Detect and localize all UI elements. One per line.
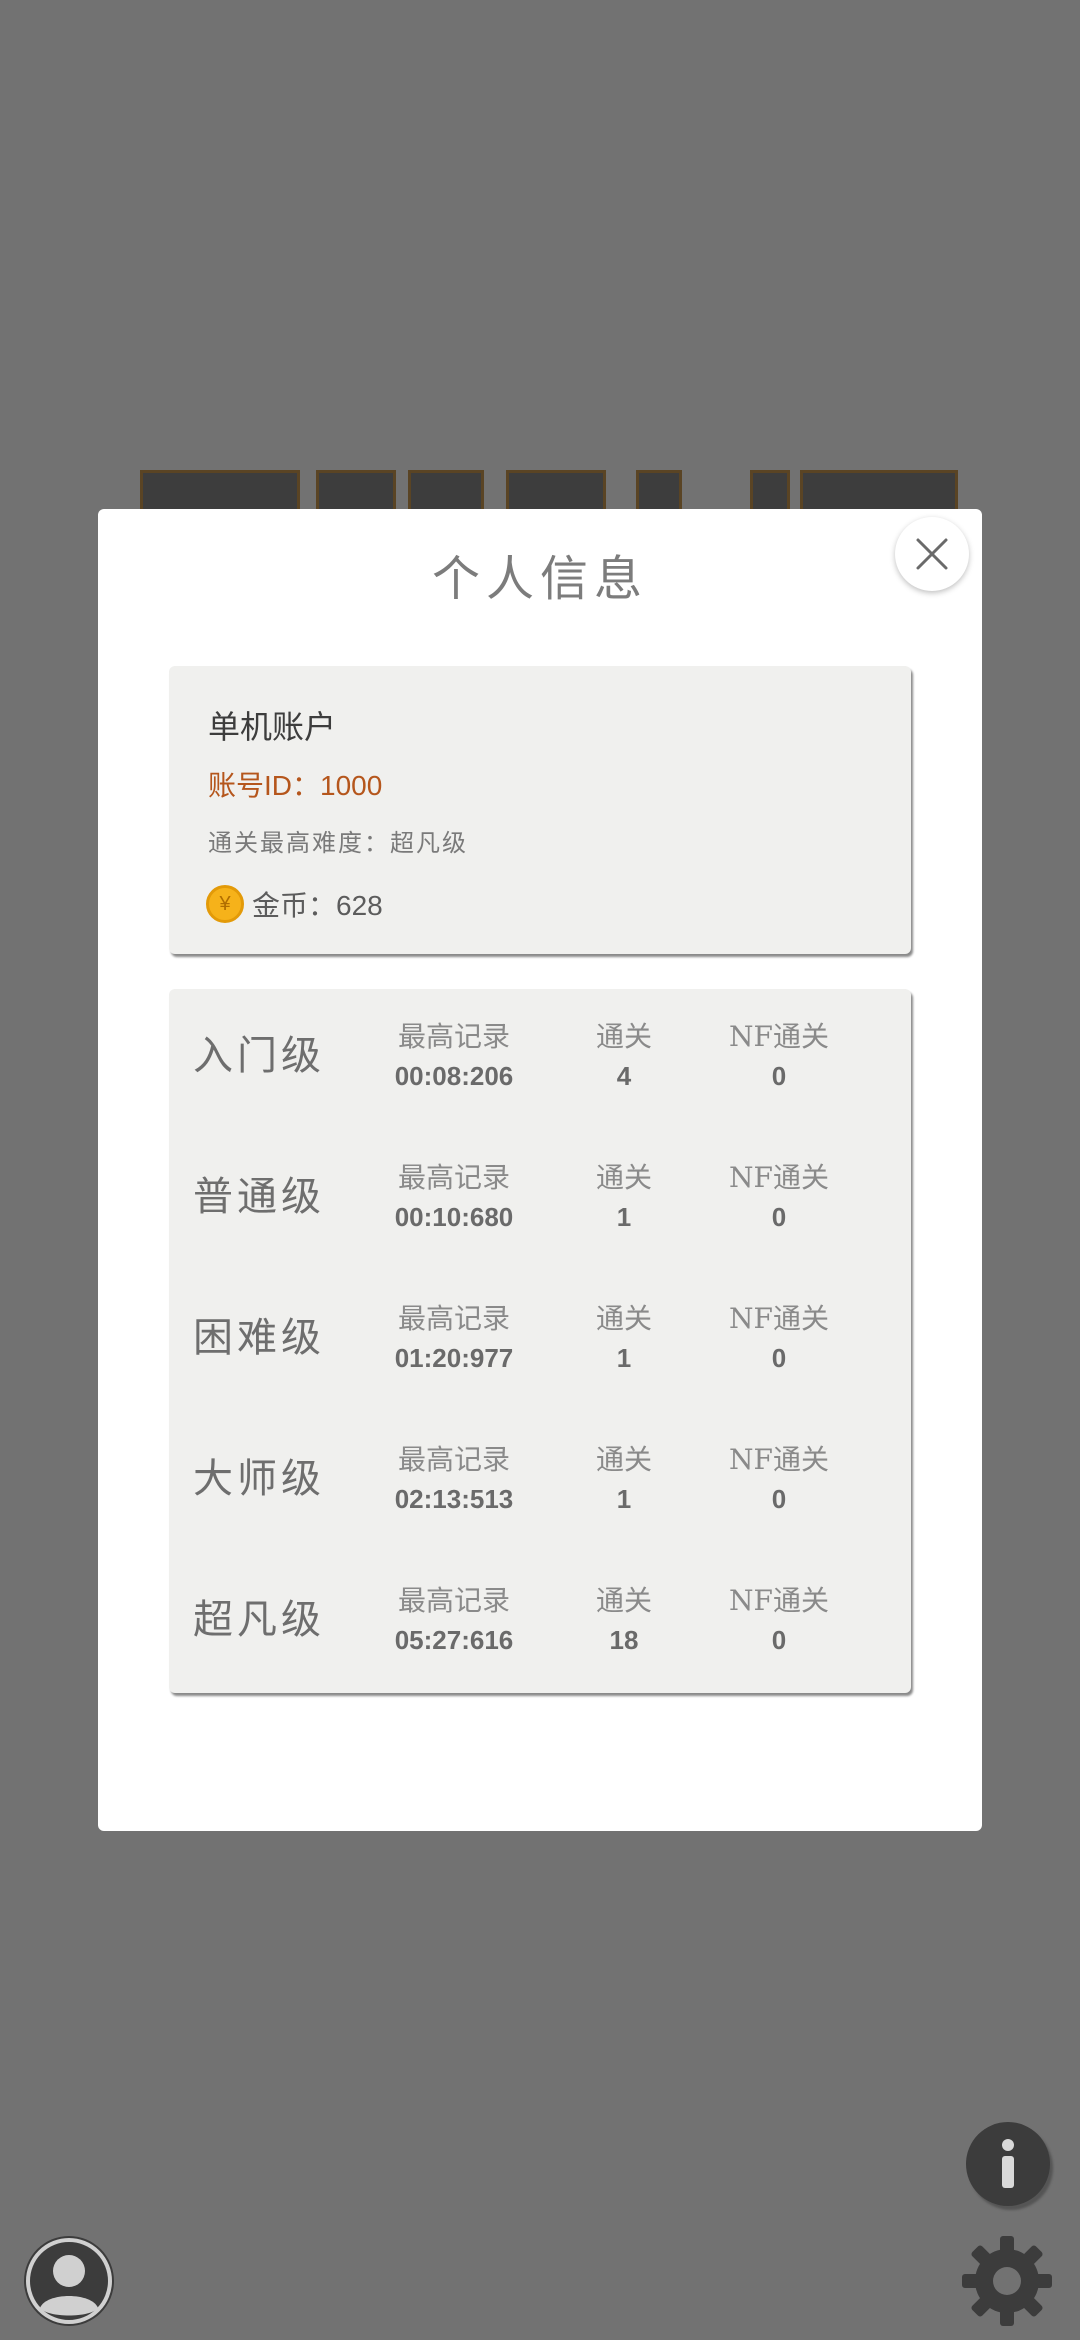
nf-clear-count: NF通关 0 — [714, 1297, 844, 1374]
best-difficulty: 通关最高难度：超凡级 — [208, 829, 468, 857]
best-record-label: 最高记录 — [397, 1584, 510, 1617]
clear-count-label: 通关 — [595, 1443, 652, 1476]
nf-clear-value: 0 — [771, 1202, 787, 1232]
account-name: 单机账户 — [208, 708, 337, 746]
best-record-value: 01:20:977 — [394, 1343, 514, 1373]
nf-clear-count: NF通关 0 — [714, 1579, 844, 1656]
nf-clear-label: NF通关 — [729, 1302, 829, 1335]
best-record-label: 最高记录 — [397, 1443, 510, 1476]
title-block — [800, 470, 958, 514]
best-record-label: 最高记录 — [397, 1020, 510, 1053]
coin-icon: ¥ — [206, 885, 244, 923]
account-card: 单机账户 账号ID：1000 通关最高难度：超凡级 ¥ 金币：628 — [169, 666, 911, 954]
title-block — [750, 470, 790, 514]
record-row: 超凡级 最高记录 05:27:616 通关 18 NF通关 0 — [169, 1561, 911, 1701]
best-record-label: 最高记录 — [397, 1161, 510, 1194]
nf-clear-value: 0 — [771, 1484, 787, 1514]
record-row: 困难级 最高记录 01:20:977 通关 1 NF通关 0 — [169, 1279, 911, 1419]
clear-count: 通关 18 — [584, 1579, 664, 1656]
nf-clear-value: 0 — [771, 1061, 787, 1091]
info-icon — [1002, 2139, 1014, 2188]
clear-count-label: 通关 — [595, 1302, 652, 1335]
best-record-value: 00:08:206 — [394, 1061, 514, 1091]
title-block — [506, 470, 606, 514]
best-record-value: 05:27:616 — [394, 1625, 514, 1655]
best-record: 最高记录 00:10:680 — [389, 1156, 519, 1233]
close-icon — [916, 538, 948, 570]
clear-count-value: 1 — [616, 1202, 632, 1232]
best-record: 最高记录 00:08:206 — [389, 1015, 519, 1092]
screen: 个人信息 单机账户 账号ID：1000 通关最高难度：超凡级 ¥ 金币：628 … — [0, 0, 1080, 2340]
modal-title: 个人信息 — [431, 551, 648, 607]
level-name: 大师级 — [193, 1456, 325, 1502]
profile-modal: 个人信息 单机账户 账号ID：1000 通关最高难度：超凡级 ¥ 金币：628 … — [98, 509, 982, 1831]
nf-clear-count: NF通关 0 — [714, 1156, 844, 1233]
info-button[interactable] — [966, 2122, 1050, 2206]
records-card: 入门级 最高记录 00:08:206 通关 4 NF通关 0 普通级 最高记录 — [169, 989, 911, 1693]
clear-count: 通关 1 — [584, 1156, 664, 1233]
level-name: 入门级 — [193, 1033, 325, 1079]
user-avatar-icon — [26, 2238, 112, 2324]
background-title-blocks — [140, 462, 960, 514]
best-record-value: 02:13:513 — [394, 1484, 514, 1514]
clear-count-label: 通关 — [595, 1020, 652, 1053]
title-block — [636, 470, 682, 514]
clear-count-value: 1 — [616, 1343, 632, 1373]
close-button[interactable] — [895, 517, 969, 591]
clear-count: 通关 1 — [584, 1297, 664, 1374]
best-record: 最高记录 05:27:616 — [389, 1579, 519, 1656]
nf-clear-label: NF通关 — [729, 1020, 829, 1053]
nf-clear-value: 0 — [771, 1625, 787, 1655]
record-row: 大师级 最高记录 02:13:513 通关 1 NF通关 0 — [169, 1420, 911, 1560]
title-block — [316, 470, 396, 514]
gear-icon — [962, 2236, 1052, 2326]
nf-clear-label: NF通关 — [729, 1443, 829, 1476]
user-avatar-button[interactable] — [24, 2236, 114, 2326]
title-block — [408, 470, 484, 514]
nf-clear-value: 0 — [771, 1343, 787, 1373]
nf-clear-label: NF通关 — [729, 1584, 829, 1617]
best-record-label: 最高记录 — [397, 1302, 510, 1335]
coin-balance-text: 金币：628 — [252, 890, 383, 921]
coin-balance: ¥ 金币：628 — [206, 884, 383, 924]
clear-count-value: 18 — [609, 1625, 639, 1655]
nf-clear-label: NF通关 — [729, 1161, 829, 1194]
nf-clear-count: NF通关 0 — [714, 1438, 844, 1515]
clear-count-label: 通关 — [595, 1584, 652, 1617]
best-record: 最高记录 02:13:513 — [389, 1438, 519, 1515]
record-row: 入门级 最高记录 00:08:206 通关 4 NF通关 0 — [169, 997, 911, 1137]
level-name: 普通级 — [193, 1174, 325, 1220]
clear-count-label: 通关 — [595, 1161, 652, 1194]
level-name: 困难级 — [193, 1315, 325, 1361]
clear-count: 通关 4 — [584, 1015, 664, 1092]
settings-button[interactable] — [960, 2234, 1054, 2328]
clear-count-value: 1 — [616, 1484, 632, 1514]
best-record: 最高记录 01:20:977 — [389, 1297, 519, 1374]
nf-clear-count: NF通关 0 — [714, 1015, 844, 1092]
record-row: 普通级 最高记录 00:10:680 通关 1 NF通关 0 — [169, 1138, 911, 1278]
clear-count-value: 4 — [616, 1061, 632, 1091]
account-id: 账号ID：1000 — [208, 770, 383, 801]
best-record-value: 00:10:680 — [394, 1202, 514, 1232]
level-name: 超凡级 — [193, 1597, 325, 1643]
title-block — [140, 470, 300, 514]
clear-count: 通关 1 — [584, 1438, 664, 1515]
